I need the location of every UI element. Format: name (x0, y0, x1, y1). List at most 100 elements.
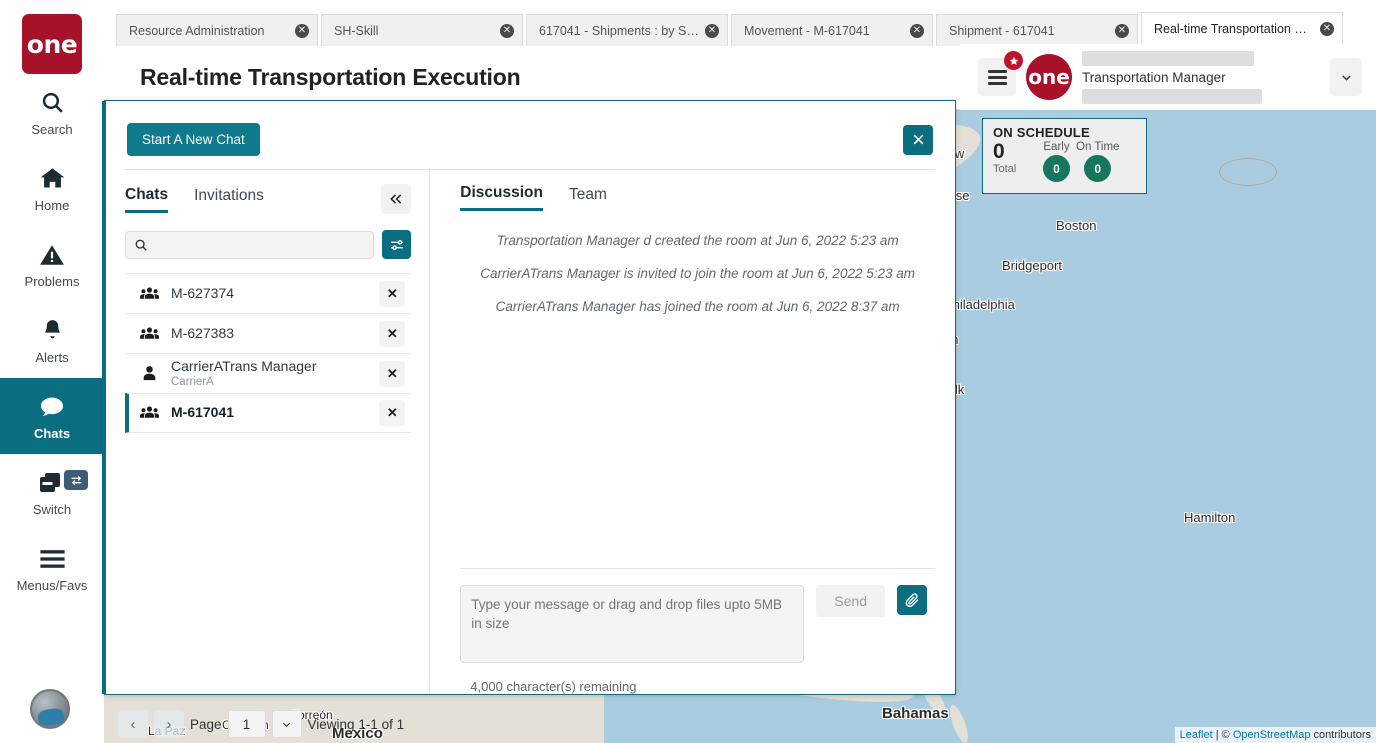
tab-shipments-by-ship[interactable]: 617041 - Shipments : by Ship... ✕ (526, 14, 728, 46)
close-x-icon[interactable]: ✕ (379, 281, 405, 307)
group-icon (139, 405, 159, 421)
list-item[interactable]: M-617041 ✕ (125, 393, 411, 433)
tab-label: 617041 - Shipments : by Ship... (539, 24, 699, 38)
on-schedule-card[interactable]: ON SCHEDULE 0 Total Early 0 On Time 0 (982, 118, 1147, 194)
sidebar-item-label: Search (31, 122, 72, 137)
user-menu-dropdown[interactable] (1330, 58, 1362, 96)
sidebar-item-label: Home (35, 198, 70, 213)
attach-file-button[interactable] (897, 585, 927, 615)
group-icon (139, 326, 159, 342)
close-x-icon[interactable]: ✕ (379, 361, 405, 387)
sidebar-item-alerts[interactable]: Alerts (0, 302, 104, 378)
list-item[interactable]: M-627383 ✕ (125, 313, 411, 353)
list-item[interactable]: M-627374 ✕ (125, 273, 411, 313)
list-item-text: M-627383 (171, 325, 367, 343)
swap-arrows-icon (70, 474, 83, 487)
tab-close-icon[interactable]: ✕ (500, 24, 514, 38)
primary-nav-rail: one Search Home Problems Alerts (0, 0, 104, 743)
next-page-button[interactable]: › (154, 710, 184, 738)
system-message: CarrierATrans Manager is invited to join… (460, 266, 935, 281)
tab-resource-administration[interactable]: Resource Administration ✕ (116, 14, 318, 46)
user-toolbar: one Transportation Manager (960, 44, 1376, 110)
chat-modal-header: Start A New Chat (105, 101, 955, 156)
start-new-chat-button[interactable]: Start A New Chat (127, 123, 260, 156)
person-icon (139, 365, 159, 382)
message-input[interactable] (460, 585, 804, 663)
chevron-down-icon (1340, 71, 1353, 84)
star-icon (1009, 56, 1019, 66)
warning-triangle-icon (39, 240, 65, 270)
sidebar-item-problems[interactable]: Problems (0, 226, 104, 302)
page-size-dropdown[interactable] (272, 710, 302, 738)
tab-close-icon[interactable]: ✕ (1115, 24, 1129, 38)
filter-sliders-icon (389, 237, 405, 253)
chat-filter-button[interactable] (382, 230, 411, 259)
collapse-panel-button[interactable] (381, 184, 411, 214)
switch-badge[interactable] (64, 470, 88, 490)
sidebar-item-label: Problems (25, 274, 80, 289)
room-name: M-627383 (171, 325, 234, 341)
sidebar-item-label: Chats (34, 426, 70, 441)
hamburger-icon (988, 67, 1007, 88)
sidebar-item-home[interactable]: Home (0, 150, 104, 226)
composer-row: Send (460, 585, 927, 663)
sidebar-item-label: Alerts (35, 350, 68, 365)
tab-label: Movement - M-617041 (744, 24, 904, 38)
close-x-icon[interactable]: ✕ (379, 321, 405, 347)
close-chat-modal-button[interactable] (903, 125, 933, 155)
discussion-tabs: Discussion Team (460, 184, 935, 211)
page-label: Page (190, 717, 222, 732)
character-count: 4,000 character(s) remaining (470, 679, 927, 694)
list-item-text: M-617041 (171, 404, 367, 422)
user-name-redacted (1082, 51, 1254, 66)
browser-tab-strip: Resource Administration ✕ SH-Skill ✕ 617… (104, 0, 1376, 46)
sidebar-item-search[interactable]: Search (0, 74, 104, 150)
list-item[interactable]: CarrierATrans Manager CarrierA ✕ (125, 353, 411, 393)
tab-close-icon[interactable]: ✕ (295, 24, 309, 38)
room-name: M-627374 (171, 285, 234, 301)
sidebar-item-chats[interactable]: Chats (0, 378, 104, 454)
one-network-logo: one (1026, 54, 1072, 100)
chat-modal: Start A New Chat Chats Invitations (104, 100, 956, 695)
chat-modal-body: Chats Invitations (125, 169, 935, 694)
bell-icon (40, 316, 65, 346)
sidebar-item-menus-favs[interactable]: Menus/Favs (0, 530, 104, 606)
chat-bubble-icon (38, 392, 66, 422)
tab-close-icon[interactable]: ✕ (910, 24, 924, 38)
tab-discussion[interactable]: Discussion (460, 184, 543, 211)
pagination-bar: ‹ › Page Viewing 1-1 of 1 (118, 710, 404, 738)
user-avatar[interactable] (30, 689, 70, 729)
chat-list-tabs: Chats Invitations (125, 184, 411, 214)
metric-label: Early (1043, 141, 1070, 153)
paperclip-icon (904, 592, 920, 608)
tab-close-icon[interactable]: ✕ (705, 24, 719, 38)
tab-label: Shipment - 617041 (949, 24, 1109, 38)
metric-on-time[interactable]: On Time 0 (1076, 141, 1119, 182)
list-item-text: CarrierATrans Manager CarrierA (171, 358, 367, 389)
metric-early[interactable]: Early 0 (1043, 141, 1070, 182)
chat-list-panel: Chats Invitations (125, 170, 430, 694)
tab-real-time-transportation-execution[interactable]: Real-time Transportation Exe... ✕ (1141, 12, 1343, 46)
main-menu-button[interactable] (978, 58, 1016, 96)
send-button[interactable]: Send (816, 585, 885, 617)
prev-page-button[interactable]: ‹ (118, 710, 148, 738)
tab-sh-skill[interactable]: SH-Skill ✕ (321, 14, 523, 46)
tab-team[interactable]: Team (569, 186, 607, 210)
search-icon (134, 238, 148, 252)
user-role: Transportation Manager (1082, 69, 1320, 86)
tab-close-icon[interactable]: ✕ (1320, 22, 1334, 36)
tab-label: Resource Administration (129, 24, 289, 38)
sidebar-item-switch[interactable]: Switch (0, 454, 104, 530)
tab-label: Real-time Transportation Exe... (1154, 22, 1314, 36)
chat-search-box[interactable] (125, 231, 374, 259)
close-x-icon[interactable]: ✕ (379, 400, 405, 426)
tab-shipment-617041[interactable]: Shipment - 617041 ✕ (936, 14, 1138, 46)
one-logo[interactable]: one (22, 14, 82, 74)
chat-search-input[interactable] (154, 237, 365, 252)
tab-movement-m-617041[interactable]: Movement - M-617041 ✕ (731, 14, 933, 46)
tab-invitations[interactable]: Invitations (194, 187, 264, 211)
page-number-input[interactable] (228, 710, 266, 738)
user-info: Transportation Manager (1082, 51, 1320, 104)
on-schedule-title: ON SCHEDULE (993, 125, 1136, 140)
tab-chats[interactable]: Chats (125, 186, 168, 213)
